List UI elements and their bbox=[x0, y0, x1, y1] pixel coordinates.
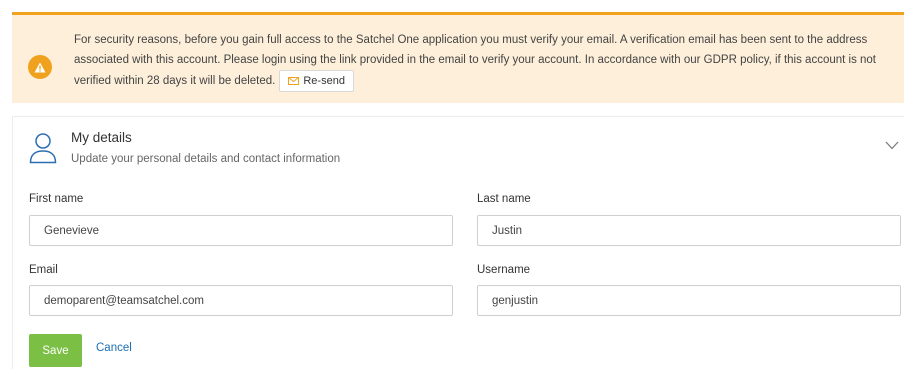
card-title: My details bbox=[71, 130, 132, 145]
username-label: Username bbox=[477, 264, 531, 276]
last-name-label: Last name bbox=[477, 193, 531, 205]
banner-message-container: For security reasons, before you gain fu… bbox=[74, 30, 889, 92]
verification-warning-banner: For security reasons, before you gain fu… bbox=[12, 12, 904, 103]
page: For security reasons, before you gain fu… bbox=[0, 0, 904, 369]
email-input[interactable] bbox=[29, 285, 453, 316]
card-subtitle: Update your personal details and contact… bbox=[71, 153, 341, 165]
email-label: Email bbox=[29, 264, 58, 276]
resend-button[interactable]: Re-send bbox=[279, 70, 354, 92]
person-icon bbox=[29, 133, 57, 164]
save-button[interactable]: Save bbox=[29, 334, 82, 367]
first-name-label: First name bbox=[29, 193, 84, 205]
first-name-input[interactable] bbox=[29, 215, 453, 246]
banner-message: For security reasons, before you gain fu… bbox=[74, 34, 877, 88]
last-name-input[interactable] bbox=[477, 215, 901, 246]
cancel-link[interactable]: Cancel bbox=[96, 342, 132, 354]
resend-label: Re-send bbox=[303, 75, 345, 87]
envelope-icon bbox=[288, 77, 300, 85]
chevron-down-icon[interactable] bbox=[885, 141, 899, 150]
warning-icon bbox=[28, 55, 52, 79]
username-input[interactable] bbox=[477, 285, 901, 316]
my-details-card: My details Update your personal details … bbox=[12, 116, 904, 369]
